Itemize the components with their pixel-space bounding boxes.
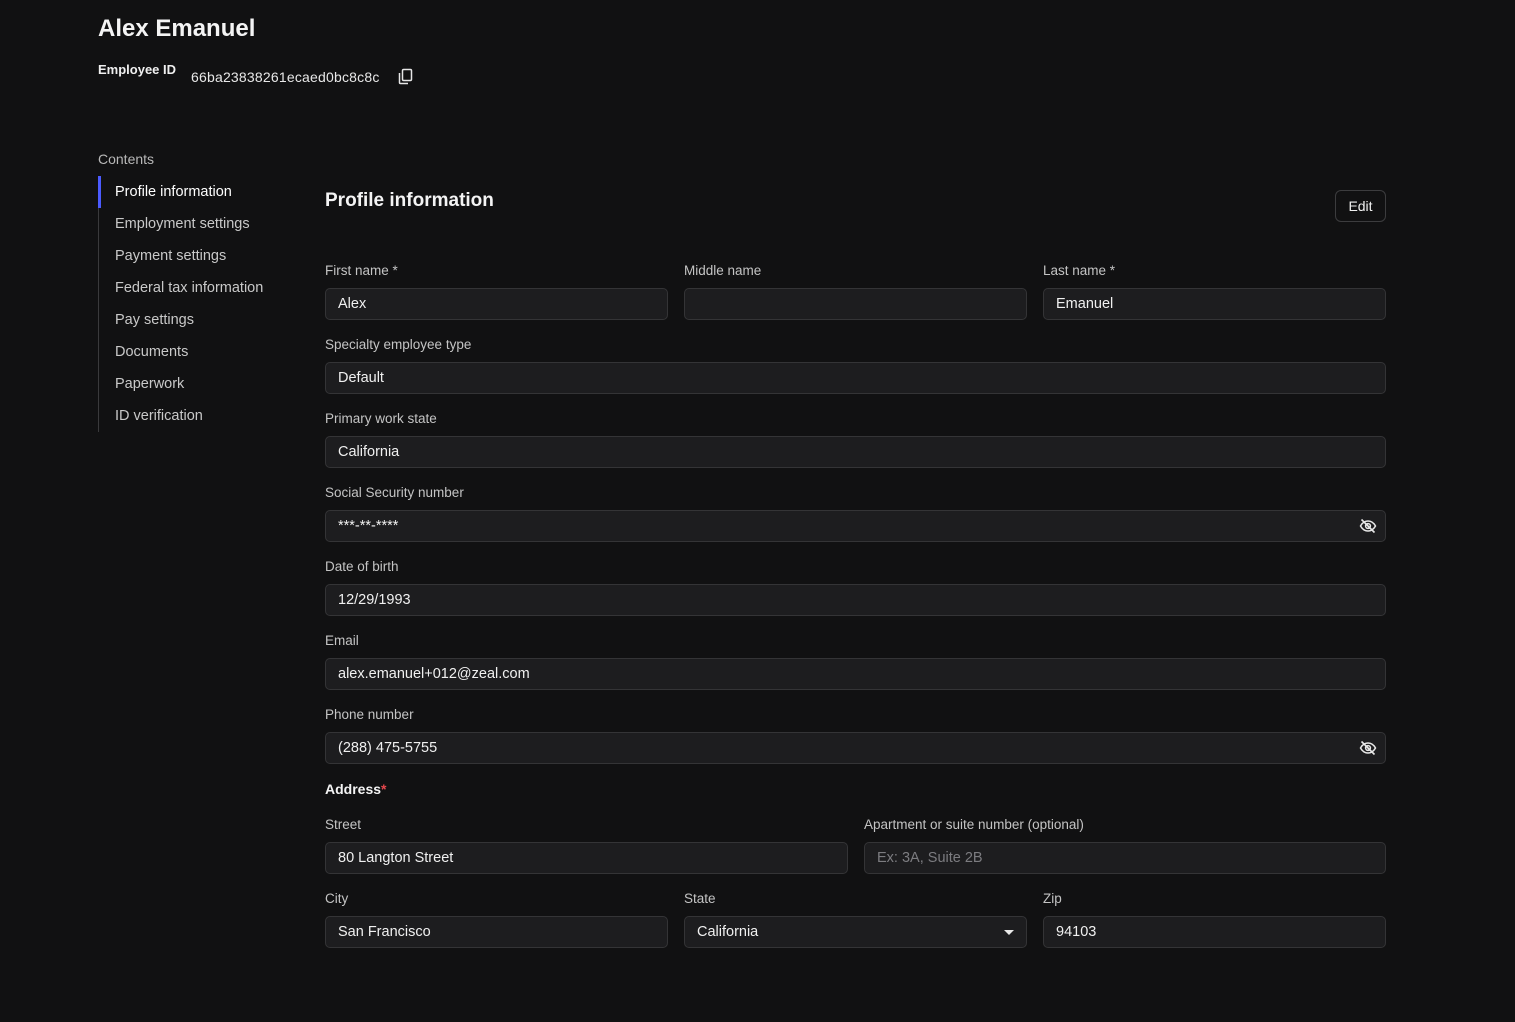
nav-item-employment-settings[interactable]: Employment settings (99, 208, 288, 240)
eye-off-icon[interactable] (1359, 518, 1377, 534)
first-name-label: First name * (325, 263, 398, 278)
phone-value: (288) 475-5755 (338, 740, 438, 756)
middle-name-field[interactable] (684, 288, 1027, 320)
phone-label: Phone number (325, 707, 414, 722)
contents-heading: Contents (98, 151, 155, 167)
street-label: Street (325, 817, 362, 832)
eye-off-icon[interactable] (1359, 740, 1377, 756)
nav-item-pay-settings[interactable]: Pay settings (99, 304, 288, 336)
last-name-label: Last name * (1043, 263, 1116, 278)
state-label: State (684, 891, 716, 906)
nav-item-id-verification[interactable]: ID verification (99, 400, 288, 432)
email-label: Email (325, 633, 359, 648)
middle-name-label: Middle name (684, 263, 762, 278)
nav-item-profile-information[interactable]: Profile information (98, 176, 288, 208)
state-select[interactable]: California (684, 916, 1027, 948)
apt-label: Apartment or suite number (optional) (864, 817, 1084, 832)
street-field[interactable]: 80 Langton Street (325, 842, 848, 874)
last-name-field[interactable]: Emanuel (1043, 288, 1386, 320)
first-name-field[interactable]: Alex (325, 288, 668, 320)
zip-field[interactable]: 94103 (1043, 916, 1386, 948)
copy-icon[interactable] (397, 68, 414, 85)
section-title: Profile information (325, 190, 494, 211)
work-state-field[interactable]: California (325, 436, 1386, 468)
work-state-label: Primary work state (325, 411, 437, 426)
ssn-label: Social Security number (325, 485, 464, 500)
caret-down-icon (1004, 930, 1014, 935)
city-field[interactable]: San Francisco (325, 916, 668, 948)
nav-item-federal-tax-information[interactable]: Federal tax information (99, 272, 288, 304)
specialty-type-field[interactable]: Default (325, 362, 1386, 394)
ssn-value: ***-**-**** (338, 518, 399, 534)
nav-item-paperwork[interactable]: Paperwork (99, 368, 288, 400)
phone-field[interactable]: (288) 475-5755 (325, 732, 1386, 764)
state-value: California (697, 924, 759, 940)
email-field[interactable]: alex.emanuel+012@zeal.com (325, 658, 1386, 690)
apt-field[interactable]: Ex: 3A, Suite 2B (864, 842, 1386, 874)
city-label: City (325, 891, 349, 906)
required-mark: * (381, 781, 387, 797)
nav-item-payment-settings[interactable]: Payment settings (99, 240, 288, 272)
page-title: Alex Emanuel (98, 15, 256, 42)
nav-item-documents[interactable]: Documents (99, 336, 288, 368)
specialty-type-label: Specialty employee type (325, 337, 472, 352)
employee-id-label: Employee ID (98, 62, 177, 77)
ssn-field[interactable]: ***-**-**** (325, 510, 1386, 542)
employee-id-value: 66ba23838261ecaed0bc8c8c (191, 69, 380, 85)
address-heading-text: Address (325, 781, 382, 797)
contents-nav: Profile information Employment settings … (98, 176, 288, 432)
edit-button[interactable]: Edit (1335, 190, 1386, 222)
address-heading: Address* (325, 781, 386, 797)
dob-field[interactable]: 12/29/1993 (325, 584, 1386, 616)
dob-label: Date of birth (325, 559, 399, 574)
zip-label: Zip (1043, 891, 1062, 906)
